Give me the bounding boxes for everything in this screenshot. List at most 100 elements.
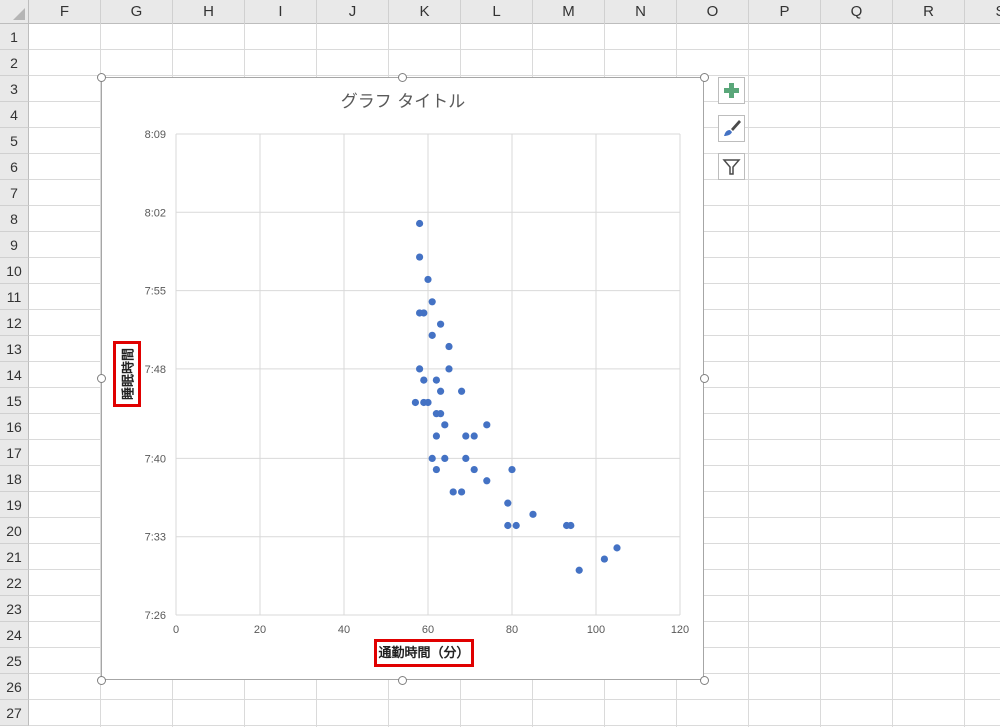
y-tick-label: 8:09 [145, 129, 166, 141]
resize-handle-left[interactable] [97, 374, 106, 383]
data-point[interactable] [437, 387, 445, 395]
chart-elements-button[interactable] [718, 77, 745, 104]
data-point[interactable] [441, 454, 449, 462]
resize-handle-top-right[interactable] [700, 73, 709, 82]
data-point[interactable] [437, 320, 445, 328]
data-point[interactable] [416, 253, 424, 261]
column-header-h[interactable]: H [173, 0, 245, 24]
data-point[interactable] [600, 555, 608, 563]
row-header-26[interactable]: 26 [0, 674, 29, 700]
data-point[interactable] [504, 499, 512, 507]
row-header-23[interactable]: 23 [0, 596, 29, 622]
row-header-27[interactable]: 27 [0, 700, 29, 726]
data-point[interactable] [462, 454, 470, 462]
row-header-19[interactable]: 19 [0, 492, 29, 518]
data-point[interactable] [432, 376, 440, 384]
data-point[interactable] [420, 376, 428, 384]
row-header-24[interactable]: 24 [0, 622, 29, 648]
row-header-16[interactable]: 16 [0, 414, 29, 440]
data-point[interactable] [441, 421, 449, 429]
row-header-11[interactable]: 11 [0, 284, 29, 310]
data-point[interactable] [470, 432, 478, 440]
data-point[interactable] [445, 342, 453, 351]
column-header-f[interactable]: F [29, 0, 101, 24]
data-point[interactable] [432, 432, 440, 440]
data-point[interactable] [462, 432, 470, 440]
row-header-9[interactable]: 9 [0, 232, 29, 258]
resize-handle-top[interactable] [398, 73, 407, 82]
row-header-21[interactable]: 21 [0, 544, 29, 570]
x-tick-label: 40 [338, 624, 350, 636]
column-header-n[interactable]: N [605, 0, 677, 24]
column-header-o[interactable]: O [677, 0, 749, 24]
row-header-3[interactable]: 3 [0, 76, 29, 102]
column-header-m[interactable]: M [533, 0, 605, 24]
row-header-18[interactable]: 18 [0, 466, 29, 492]
row-header-8[interactable]: 8 [0, 206, 29, 232]
data-point[interactable] [470, 465, 478, 474]
data-point[interactable] [428, 331, 436, 339]
data-point[interactable] [445, 365, 453, 373]
chart-filters-button[interactable] [718, 153, 745, 180]
column-header-l[interactable]: L [461, 0, 533, 24]
resize-handle-top-left[interactable] [97, 73, 106, 82]
select-all-button[interactable] [0, 0, 29, 24]
column-header-r[interactable]: R [893, 0, 965, 24]
data-point[interactable] [567, 521, 575, 530]
data-point[interactable] [437, 410, 445, 418]
data-point[interactable] [432, 465, 440, 474]
chart-styles-button[interactable] [718, 115, 745, 142]
column-header-k[interactable]: K [389, 0, 461, 24]
data-point[interactable] [458, 488, 466, 496]
chart-area[interactable]: グラフ タイトル 7:26 7:33 7:40 7:48 7:55 8:02 8:09 0 2… [101, 77, 704, 680]
row-header-15[interactable]: 15 [0, 388, 29, 414]
data-point[interactable] [416, 365, 424, 373]
row-header-20[interactable]: 20 [0, 518, 29, 544]
data-point[interactable] [411, 398, 419, 407]
column-header-p[interactable]: P [749, 0, 821, 24]
column-header-i[interactable]: I [245, 0, 317, 24]
row-header-14[interactable]: 14 [0, 362, 29, 388]
data-point[interactable] [420, 309, 428, 317]
row-header-22[interactable]: 22 [0, 570, 29, 596]
resize-handle-right[interactable] [700, 374, 709, 383]
data-point[interactable] [504, 521, 512, 530]
x-tick-label: 60 [422, 624, 434, 636]
data-point[interactable] [508, 465, 516, 474]
data-point[interactable] [529, 510, 537, 518]
x-tick-label: 100 [587, 624, 605, 636]
data-point[interactable] [424, 398, 432, 407]
data-point[interactable] [613, 544, 621, 552]
data-point[interactable] [416, 219, 424, 228]
resize-handle-bottom-left[interactable] [97, 676, 106, 685]
column-header-g[interactable]: G [101, 0, 173, 24]
resize-handle-bottom[interactable] [398, 676, 407, 685]
row-header-1[interactable]: 1 [0, 24, 29, 50]
column-header-q[interactable]: Q [821, 0, 893, 24]
row-header-10[interactable]: 10 [0, 258, 29, 284]
data-point[interactable] [449, 488, 457, 496]
data-point[interactable] [428, 298, 436, 306]
data-point[interactable] [575, 566, 583, 574]
row-header-12[interactable]: 12 [0, 310, 29, 336]
resize-handle-bottom-right[interactable] [700, 676, 709, 685]
row-header-25[interactable]: 25 [0, 648, 29, 674]
data-point[interactable] [483, 421, 491, 429]
data-point[interactable] [512, 521, 520, 530]
row-header-2[interactable]: 2 [0, 50, 29, 76]
row-header-5[interactable]: 5 [0, 128, 29, 154]
y-axis-title[interactable]: 睡眠時間 [113, 341, 141, 407]
row-header-7[interactable]: 7 [0, 180, 29, 206]
column-header-j[interactable]: J [317, 0, 389, 24]
data-point[interactable] [458, 387, 466, 395]
row-header-6[interactable]: 6 [0, 154, 29, 180]
x-axis-title[interactable]: 通勤時間（分） [374, 639, 474, 667]
x-tick-label: 120 [671, 624, 689, 636]
data-point[interactable] [424, 275, 432, 284]
row-header-4[interactable]: 4 [0, 102, 29, 128]
column-header-s[interactable]: S [965, 0, 1000, 24]
row-header-13[interactable]: 13 [0, 336, 29, 362]
row-header-17[interactable]: 17 [0, 440, 29, 466]
data-point[interactable] [483, 477, 491, 485]
data-point[interactable] [428, 454, 436, 462]
